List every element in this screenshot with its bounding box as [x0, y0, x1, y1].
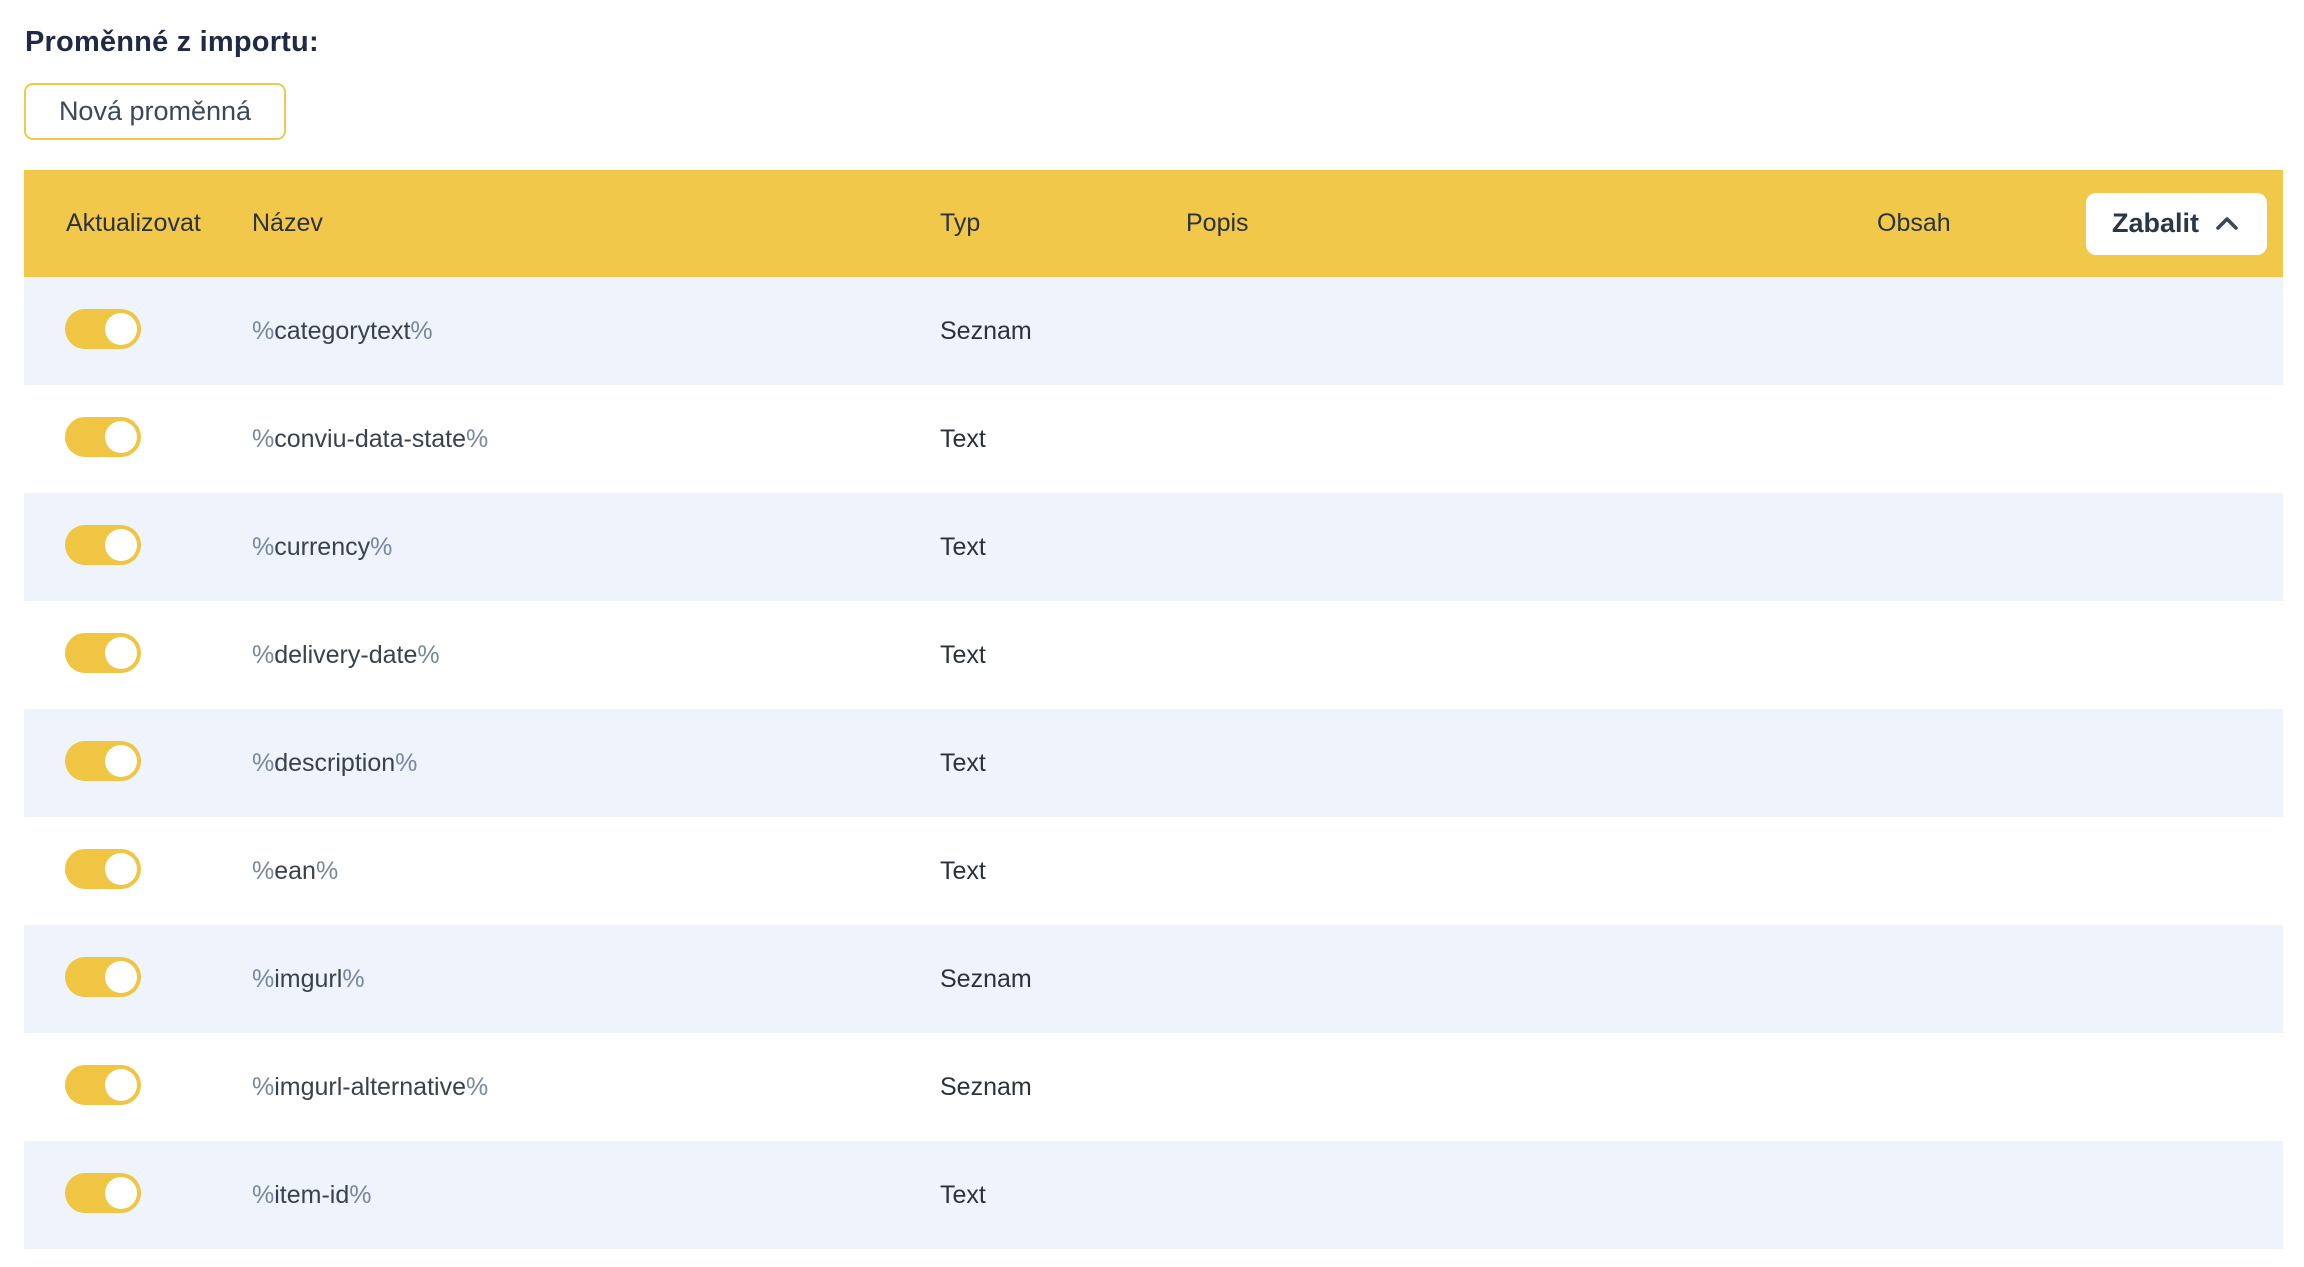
variable-type: Text	[940, 641, 1186, 670]
toggle-knob	[105, 853, 137, 885]
update-toggle-cell	[24, 1173, 252, 1218]
variables-import-page: Proměnné z importu: Nová proměnná Aktual…	[0, 26, 2304, 1267]
toggle-knob	[105, 637, 137, 669]
column-header-update: Aktualizovat	[24, 209, 252, 238]
variable-name: %imgurl%	[252, 965, 940, 994]
update-toggle-cell	[24, 849, 252, 894]
table-body: %categorytext% Seznam %conviu-data-state…	[24, 277, 2283, 1249]
table-row: %imgurl% Seznam	[24, 925, 2283, 1033]
table-row: %categorytext% Seznam	[24, 277, 2283, 385]
toggle-knob	[105, 1177, 137, 1209]
variable-type: Text	[940, 857, 1186, 886]
column-header-description: Popis	[1186, 209, 1877, 238]
table-row: %ean% Text	[24, 817, 2283, 925]
update-toggle[interactable]	[65, 633, 141, 673]
variable-type: Text	[940, 533, 1186, 562]
collapse-button[interactable]: Zabalit	[2086, 193, 2267, 255]
toggle-knob	[105, 745, 137, 777]
toggle-knob	[105, 313, 137, 345]
variable-type: Text	[940, 1181, 1186, 1210]
table-row: %currency% Text	[24, 493, 2283, 601]
update-toggle[interactable]	[65, 849, 141, 889]
variable-type: Seznam	[940, 1073, 1186, 1102]
variable-name: %description%	[252, 749, 940, 778]
update-toggle[interactable]	[65, 1173, 141, 1213]
update-toggle[interactable]	[65, 309, 141, 349]
toggle-knob	[105, 529, 137, 561]
column-header-content-wrap: Obsah Zabalit	[1877, 170, 2283, 277]
update-toggle[interactable]	[65, 957, 141, 997]
collapse-button-label: Zabalit	[2112, 208, 2199, 239]
update-toggle[interactable]	[65, 525, 141, 565]
variable-name: %imgurl-alternative%	[252, 1073, 940, 1102]
update-toggle-cell	[24, 957, 252, 1002]
update-toggle-cell	[24, 1065, 252, 1110]
table-header-row: Aktualizovat Název Typ Popis Obsah Zabal…	[24, 170, 2283, 277]
variable-name: %delivery-date%	[252, 641, 940, 670]
table-row: %delivery-date% Text	[24, 601, 2283, 709]
table-row: %conviu-data-state% Text	[24, 385, 2283, 493]
toggle-knob	[105, 421, 137, 453]
variable-type: Seznam	[940, 317, 1186, 346]
chevron-up-icon	[2213, 214, 2241, 234]
variable-name: %categorytext%	[252, 317, 940, 346]
update-toggle-cell	[24, 741, 252, 786]
update-toggle-cell	[24, 633, 252, 678]
update-toggle[interactable]	[65, 417, 141, 457]
variable-name: %item-id%	[252, 1181, 940, 1210]
variable-type: Text	[940, 425, 1186, 454]
variable-type: Text	[940, 749, 1186, 778]
variable-name: %ean%	[252, 857, 940, 886]
page-title: Proměnné z importu:	[25, 26, 2304, 59]
variable-type: Seznam	[940, 965, 1186, 994]
column-header-type: Typ	[940, 209, 1186, 238]
new-variable-button[interactable]: Nová proměnná	[24, 83, 286, 140]
table-row: %description% Text	[24, 709, 2283, 817]
update-toggle-cell	[24, 309, 252, 354]
toggle-knob	[105, 961, 137, 993]
table-row: %item-id% Text	[24, 1141, 2283, 1249]
variables-table: Aktualizovat Název Typ Popis Obsah Zabal…	[24, 170, 2283, 1249]
update-toggle-cell	[24, 417, 252, 462]
update-toggle-cell	[24, 525, 252, 570]
variable-name: %currency%	[252, 533, 940, 562]
table-row: %imgurl-alternative% Seznam	[24, 1033, 2283, 1141]
toggle-knob	[105, 1069, 137, 1101]
variable-name: %conviu-data-state%	[252, 425, 940, 454]
column-header-content: Obsah	[1877, 209, 1951, 238]
column-header-name: Název	[252, 209, 940, 238]
update-toggle[interactable]	[65, 741, 141, 781]
update-toggle[interactable]	[65, 1065, 141, 1105]
